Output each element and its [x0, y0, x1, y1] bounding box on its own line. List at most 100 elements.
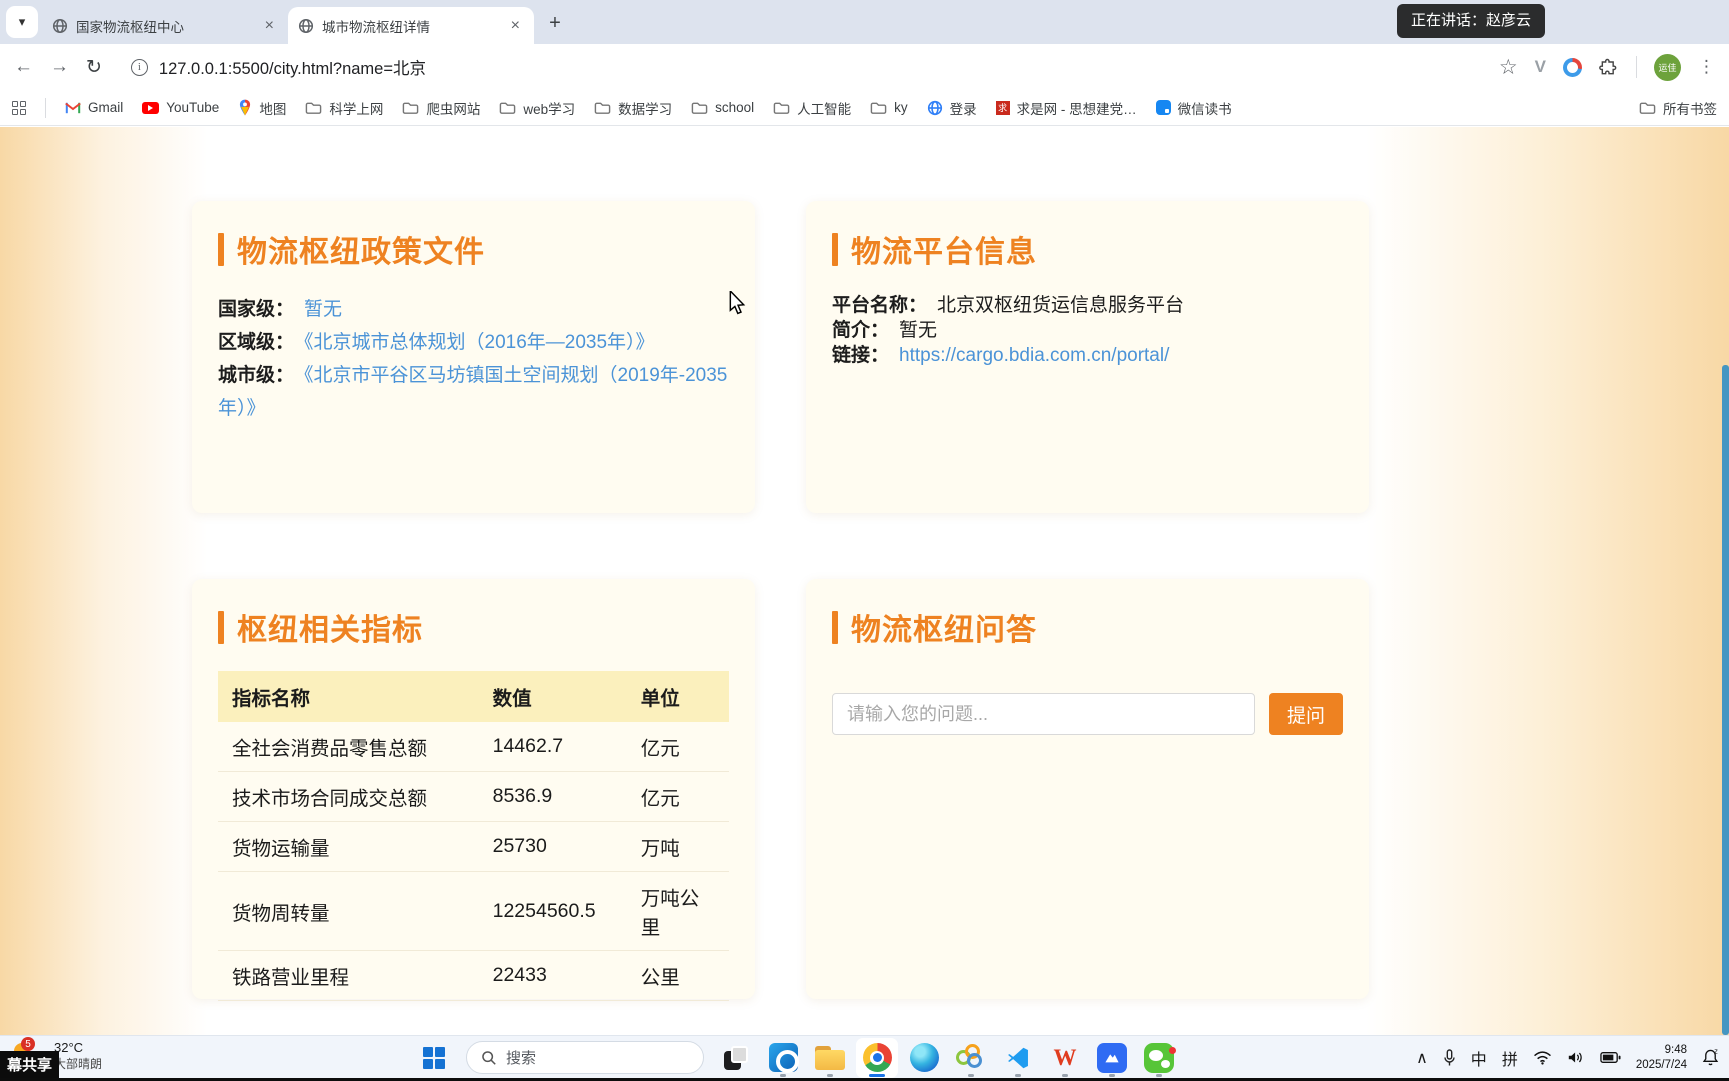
wechat-button[interactable]	[1138, 1038, 1180, 1078]
taskbar-center-icons: 搜索 W	[413, 1036, 1180, 1079]
taskbar-clock[interactable]: 9:48 2025/7/24	[1636, 1043, 1687, 1073]
running-indicator	[1156, 1073, 1162, 1077]
extension-ring-icon[interactable]	[1563, 57, 1582, 77]
bookmark-folder-shuju[interactable]: 数据学习	[594, 98, 672, 118]
browser-menu-icon[interactable]: ⋮	[1698, 57, 1715, 77]
running-indicator	[1062, 1073, 1068, 1077]
table-row: 货物周转量 12254560.5 万吨公里	[218, 871, 729, 951]
tray-chevron-up-icon[interactable]: ∧	[1416, 1048, 1428, 1068]
question-input[interactable]	[832, 693, 1255, 735]
row-label: 简介：	[832, 320, 890, 341]
all-bookmarks-button[interactable]: 所有书签	[1639, 98, 1717, 118]
extensions-puzzle-icon[interactable]	[1599, 57, 1619, 77]
tab-national-hub[interactable]: 国家物流枢纽中心 ×	[42, 7, 288, 44]
ime-mode-indicator[interactable]: 中	[1471, 1046, 1487, 1070]
outlook-button[interactable]	[762, 1038, 804, 1078]
policy-card: 物流枢纽政策文件 国家级： 暂无 区域级： 《北京城市总体规划（2016年—2035…	[192, 201, 755, 513]
bookmark-label: 求是网 - 思想建党…	[1016, 101, 1137, 117]
cell-unit: 亿元	[626, 771, 729, 822]
speaker-icon[interactable]	[1567, 1050, 1585, 1065]
row-label: 国家级：	[218, 299, 295, 320]
table-row: 铁路营业里程 22433 公里	[218, 950, 729, 1001]
unread-badge	[1169, 1046, 1176, 1054]
policy-city-link[interactable]: 《北京市平谷区马坊镇国土空间规划（2019年-2035年）》	[218, 365, 727, 419]
apps-grid-icon[interactable]	[12, 100, 26, 115]
title-accent-bar	[218, 232, 224, 266]
time-label: 9:48	[1664, 1043, 1687, 1056]
bookmark-maps[interactable]: 地图	[238, 98, 286, 118]
qa-card-title: 物流枢纽问答	[851, 614, 1037, 647]
taskbar-search[interactable]: 搜索	[466, 1041, 704, 1074]
tab-close-icon[interactable]: ×	[507, 17, 524, 35]
extension-v-icon[interactable]: V	[1535, 57, 1546, 77]
bookmark-folder-school[interactable]: school	[691, 100, 754, 115]
wps-button[interactable]: W	[1044, 1038, 1086, 1078]
back-button[interactable]: ←	[14, 56, 33, 78]
forward-button[interactable]: →	[50, 56, 69, 78]
notification-bell-icon[interactable]: z	[1702, 1048, 1719, 1067]
ask-button[interactable]: 提问	[1269, 693, 1343, 735]
indicators-card: 枢纽相关指标 指标名称 数值 单位 全社会消费品零售总额 14462.7 亿元 …	[192, 579, 755, 1001]
cell-name: 货物运输量	[218, 821, 479, 872]
scrollbar-thumb[interactable]	[1722, 365, 1729, 1035]
chevron-down-icon: ▾	[18, 14, 26, 29]
bookmark-weread[interactable]: 微信读书	[1155, 98, 1232, 118]
folder-icon	[870, 102, 887, 114]
rings-app-button[interactable]	[950, 1038, 992, 1078]
bookmark-youtube[interactable]: YouTube	[142, 100, 219, 115]
vscode-button[interactable]	[997, 1038, 1039, 1078]
policy-regional-link[interactable]: 《北京城市总体规划（2016年—2035年）》	[304, 332, 655, 353]
bookmark-folder-pachong[interactable]: 爬虫网站	[402, 98, 480, 118]
battery-icon[interactable]	[1600, 1051, 1621, 1064]
platform-card-title: 物流平台信息	[851, 236, 1037, 269]
file-explorer-button[interactable]	[809, 1038, 851, 1078]
cell-unit: 万吨公里	[626, 871, 729, 951]
bookmark-gmail[interactable]: Gmail	[65, 100, 123, 115]
task-view-button[interactable]	[715, 1038, 757, 1078]
edge-button[interactable]	[903, 1038, 945, 1078]
bookmark-label: ky	[894, 100, 908, 115]
card-title-row: 物流平台信息	[832, 227, 1343, 271]
maps-pin-icon	[240, 99, 251, 116]
start-button[interactable]	[413, 1038, 455, 1078]
new-tab-button[interactable]: +	[540, 8, 570, 38]
title-accent-bar	[832, 232, 838, 266]
bookmark-star-icon[interactable]: ☆	[1499, 55, 1518, 80]
notification-badge: 5	[21, 1037, 35, 1051]
qa-input-row: 提问	[832, 693, 1343, 735]
tab-search-button[interactable]: ▾	[6, 6, 38, 38]
policy-row-national: 国家级： 暂无	[218, 293, 729, 326]
running-indicator	[827, 1073, 833, 1077]
profile-avatar[interactable]: 运佳	[1654, 53, 1681, 81]
chrome-button[interactable]	[856, 1037, 898, 1078]
web-page-viewport: 物流枢纽政策文件 国家级： 暂无 区域级： 《北京城市总体规划（2016年—2035…	[0, 127, 1729, 1035]
wifi-icon[interactable]	[1533, 1050, 1552, 1065]
address-bar[interactable]: i 127.0.0.1:5500/city.html?name=北京	[119, 55, 1482, 79]
colorful-rings-icon	[956, 1043, 986, 1072]
reload-button[interactable]: ↻	[86, 56, 102, 79]
bookmark-folder-web[interactable]: web学习	[499, 98, 575, 118]
bookmark-login[interactable]: 登录	[927, 98, 977, 118]
system-tray: ∧ 中 拼 9:48 2025/7/24 z	[1416, 1036, 1719, 1079]
site-info-icon[interactable]: i	[130, 58, 148, 76]
url-text[interactable]: 127.0.0.1:5500/city.html?name=北京	[159, 55, 426, 79]
bookmark-folder-ky[interactable]: ky	[870, 100, 908, 115]
running-indicator	[1109, 1073, 1115, 1077]
search-icon	[482, 1050, 496, 1065]
tab-city-hub-detail[interactable]: 城市物流枢纽详情 ×	[288, 7, 534, 44]
bookmark-label: 人工智能	[797, 101, 852, 117]
cloud-drive-button[interactable]	[1091, 1038, 1133, 1078]
folder-icon	[1639, 102, 1656, 114]
date-label: 2025/7/24	[1635, 1058, 1687, 1071]
policy-national-link[interactable]: 暂无	[304, 299, 342, 320]
bookmark-qiushi[interactable]: 求 求是网 - 思想建党…	[995, 98, 1137, 118]
gmail-icon	[65, 102, 81, 113]
folder-icon	[500, 102, 516, 114]
microphone-icon[interactable]	[1443, 1048, 1456, 1067]
pinyin-indicator[interactable]: 拼	[1502, 1046, 1518, 1070]
platform-url-link[interactable]: https://cargo.bdia.com.cn/portal/	[899, 345, 1169, 366]
bookmark-folder-kexue[interactable]: 科学上网	[305, 98, 383, 118]
bookmarks-bar: Gmail YouTube 地图 科学上网 爬虫网站 web学习 数据学习 sc…	[0, 90, 1729, 126]
tab-close-icon[interactable]: ×	[261, 17, 278, 35]
bookmark-folder-ai[interactable]: 人工智能	[773, 98, 851, 118]
